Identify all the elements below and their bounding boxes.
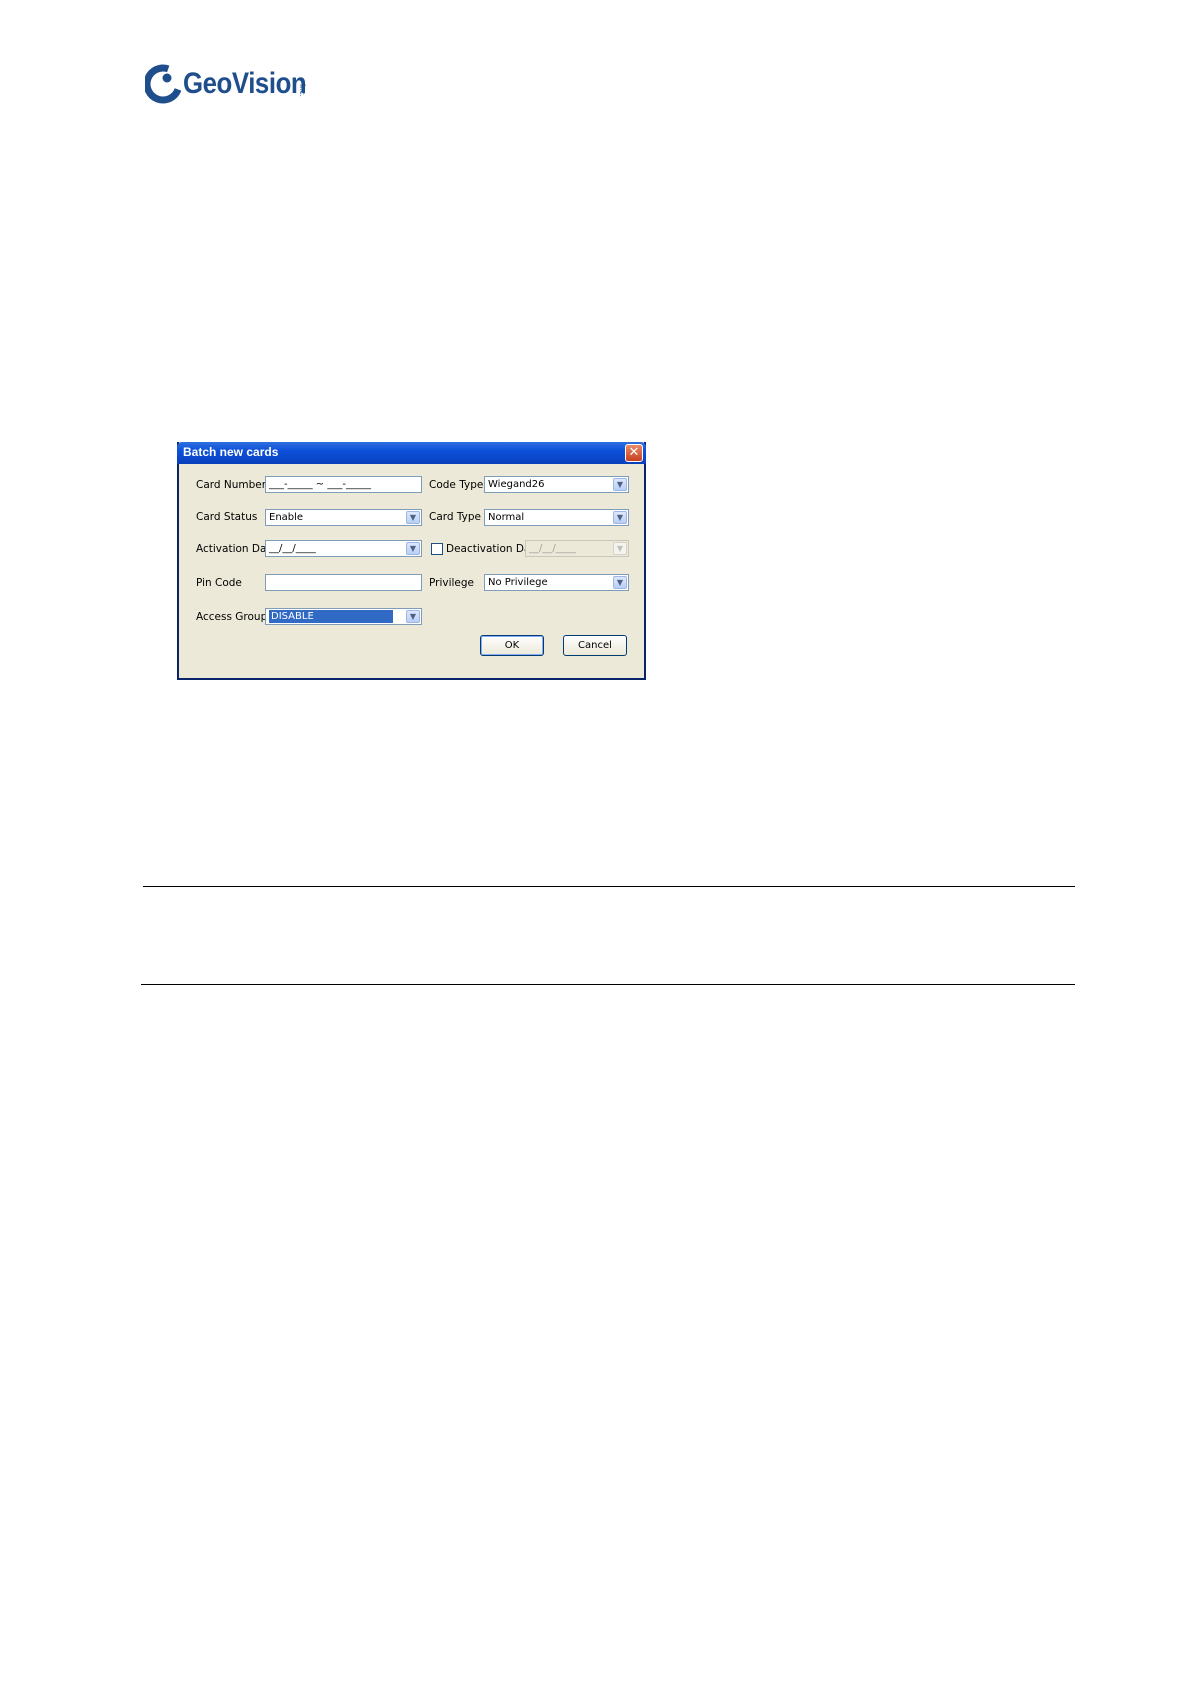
pin-code-label: Pin Code bbox=[196, 577, 242, 589]
chevron-down-icon[interactable]: ▼ bbox=[406, 610, 420, 623]
chevron-down-icon[interactable]: ▼ bbox=[406, 542, 420, 555]
card-number-value: ___-_____ ~ ___-_____ bbox=[269, 479, 371, 490]
deactivation-date-checkbox[interactable] bbox=[431, 543, 443, 555]
logo-inc-suffix: Inc. bbox=[298, 84, 307, 97]
close-icon: ✕ bbox=[628, 445, 640, 460]
pin-code-input[interactable] bbox=[265, 574, 422, 591]
chevron-down-icon[interactable]: ▼ bbox=[613, 511, 627, 524]
geovision-logo-mark-icon bbox=[145, 64, 181, 104]
card-status-select[interactable]: Enable ▼ bbox=[265, 509, 422, 526]
ok-button[interactable]: OK bbox=[480, 635, 544, 656]
logo-wordmark: GeoVision bbox=[183, 67, 307, 100]
code-type-label: Code Type bbox=[429, 479, 484, 491]
close-button[interactable]: ✕ bbox=[625, 444, 643, 462]
access-group-label: Access Group bbox=[196, 611, 268, 623]
chevron-down-icon[interactable]: ▼ bbox=[613, 542, 627, 555]
activation-date-value: __/__/____ bbox=[269, 543, 316, 554]
access-group-select[interactable]: DISABLE ▼ bbox=[265, 608, 422, 625]
card-type-value: Normal bbox=[488, 512, 525, 523]
horizontal-rule-bottom bbox=[141, 984, 1075, 985]
horizontal-rule-top bbox=[143, 886, 1075, 887]
batch-new-cards-dialog: Batch new cards ✕ Card Number ___-_____ … bbox=[177, 442, 646, 680]
privilege-select[interactable]: No Privilege ▼ bbox=[484, 574, 629, 591]
code-type-value: Wiegand26 bbox=[488, 479, 545, 490]
chevron-down-icon[interactable]: ▼ bbox=[613, 478, 627, 491]
access-group-value: DISABLE bbox=[269, 610, 393, 623]
dialog-titlebar[interactable]: Batch new cards ✕ bbox=[177, 442, 646, 464]
activation-date-picker[interactable]: __/__/____ ▼ bbox=[265, 540, 422, 557]
privilege-value: No Privilege bbox=[488, 577, 548, 588]
card-status-value: Enable bbox=[269, 512, 304, 523]
code-type-select[interactable]: Wiegand26 ▼ bbox=[484, 476, 629, 493]
card-status-label: Card Status bbox=[196, 511, 258, 523]
card-type-label: Card Type bbox=[429, 511, 482, 523]
cancel-button[interactable]: Cancel bbox=[563, 635, 627, 656]
card-type-select[interactable]: Normal ▼ bbox=[484, 509, 629, 526]
privilege-label: Privilege bbox=[429, 577, 475, 589]
card-number-label: Card Number bbox=[196, 479, 267, 491]
card-number-input[interactable]: ___-_____ ~ ___-_____ bbox=[265, 476, 422, 493]
deactivation-date-value: __/__/____ bbox=[529, 543, 576, 554]
chevron-down-icon[interactable]: ▼ bbox=[613, 576, 627, 589]
deactivation-date-picker[interactable]: __/__/____ ▼ bbox=[525, 540, 629, 557]
chevron-down-icon[interactable]: ▼ bbox=[406, 511, 420, 524]
dialog-title: Batch new cards bbox=[183, 445, 279, 459]
